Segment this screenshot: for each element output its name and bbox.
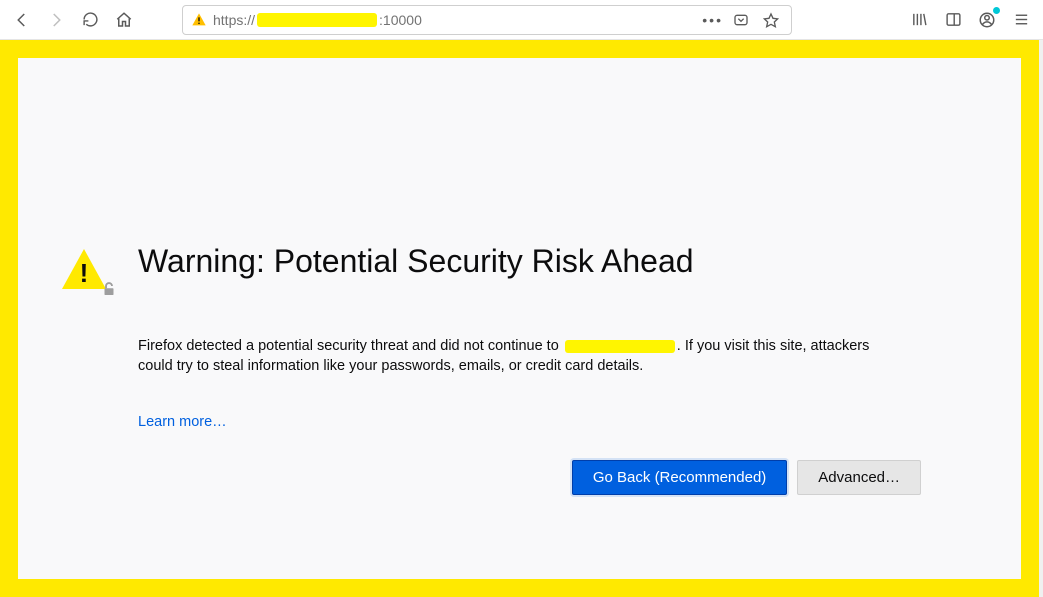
- learn-more-link[interactable]: Learn more…: [138, 414, 921, 430]
- warning-content: ! Warning: Potential Security Risk Ahead…: [62, 243, 921, 495]
- go-back-button[interactable]: Go Back (Recommended): [572, 460, 787, 495]
- forward-button[interactable]: [40, 4, 72, 36]
- hamburger-menu-icon[interactable]: [1005, 4, 1037, 36]
- url-redacted-host: [257, 13, 377, 27]
- insecure-lock-icon: [191, 12, 207, 28]
- bookmark-star-icon[interactable]: [759, 8, 783, 32]
- button-row: Go Back (Recommended) Advanced…: [138, 460, 921, 495]
- reload-button[interactable]: [74, 4, 106, 36]
- url-bar[interactable]: https:// :10000 •••: [182, 5, 792, 35]
- advanced-button[interactable]: Advanced…: [797, 460, 921, 495]
- lock-badge-icon: [100, 280, 118, 303]
- library-icon[interactable]: [903, 4, 935, 36]
- toolbar-right-icons: [903, 4, 1037, 36]
- sidebars-icon[interactable]: [937, 4, 969, 36]
- notification-dot-icon: [993, 7, 1000, 14]
- warning-body: Firefox detected a potential security th…: [138, 337, 898, 376]
- scrollbar[interactable]: [1039, 40, 1043, 597]
- warning-page: ! Warning: Potential Security Risk Ahead…: [18, 58, 1021, 579]
- body-redacted-host: [565, 340, 675, 353]
- reader-pocket-icon[interactable]: [729, 8, 753, 32]
- warning-triangle-icon: !: [62, 249, 108, 295]
- back-button[interactable]: [6, 4, 38, 36]
- browser-toolbar: https:// :10000 •••: [0, 0, 1043, 40]
- warning-title: Warning: Potential Security Risk Ahead: [138, 243, 694, 280]
- warning-frame: ! Warning: Potential Security Risk Ahead…: [0, 40, 1039, 597]
- home-button[interactable]: [108, 4, 140, 36]
- url-text: https:// :10000: [213, 12, 696, 28]
- page-actions-icon[interactable]: •••: [702, 12, 723, 28]
- account-icon[interactable]: [971, 4, 1003, 36]
